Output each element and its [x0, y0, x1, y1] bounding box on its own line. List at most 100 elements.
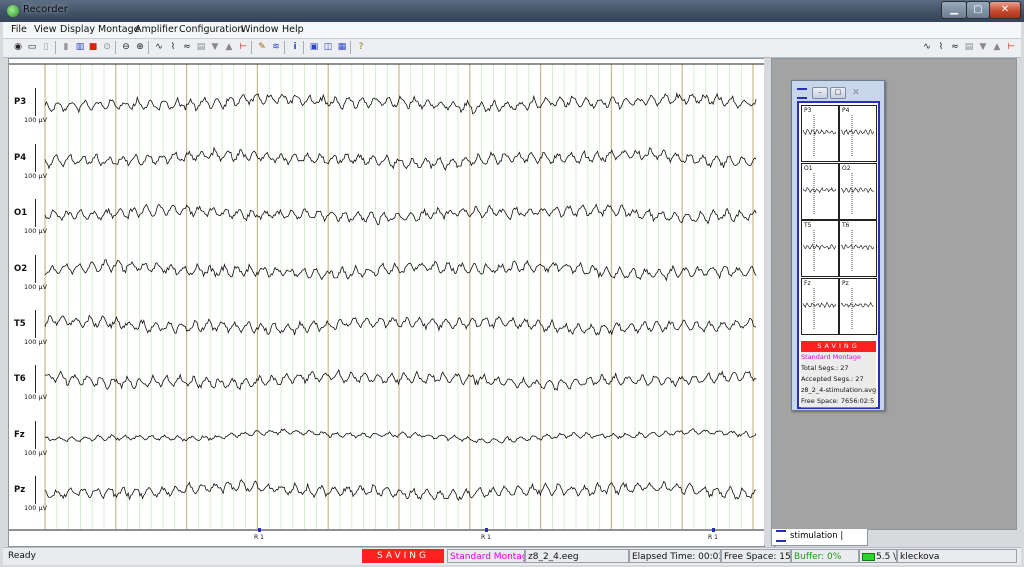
window-full-icon[interactable]: ▦	[336, 41, 348, 53]
triangle-down-icon[interactable]: ▼	[209, 41, 221, 53]
minimize-icon[interactable]: –	[812, 87, 828, 99]
record-icon[interactable]: ■	[87, 41, 99, 53]
title-bar[interactable]: Recorder ▁ ▢ ✕	[0, 0, 1024, 22]
menu-display-montage[interactable]: Display Montage	[60, 24, 140, 35]
channel-scale: 100 µV	[24, 227, 48, 235]
menu-view[interactable]: View	[34, 24, 57, 35]
status-saving: SAVING	[362, 549, 444, 563]
triangle-up-icon[interactable]: ▲	[991, 41, 1003, 53]
triangle-down-icon[interactable]: ▼	[977, 41, 989, 53]
pause-icon[interactable]: ⊙	[101, 41, 113, 53]
app-icon	[7, 5, 19, 17]
menu-icon[interactable]	[797, 88, 807, 99]
thumb-label: P4	[842, 107, 850, 114]
scale-bar	[35, 421, 36, 449]
impedance-icon[interactable]: ▮	[60, 41, 72, 53]
eeg-trace	[44, 478, 757, 501]
marker-flag-icon[interactable]: ⊢	[1005, 41, 1017, 53]
channel-label-fz: Fz	[14, 430, 25, 440]
window-split-icon[interactable]: ◫	[322, 41, 334, 53]
status-battery: 5.5 \	[859, 549, 897, 563]
wave-flat-icon[interactable]: ≈	[949, 41, 961, 53]
minimize-button[interactable]: ▁	[941, 1, 967, 19]
thumb-label: O2	[842, 165, 851, 172]
channel-label-p3: P3	[14, 97, 27, 107]
wave-icon[interactable]: ∿	[921, 41, 933, 53]
channel-scale: 100 µV	[24, 449, 48, 457]
grid-icon[interactable]: ▤	[963, 41, 975, 53]
average-thumb[interactable]: O1	[801, 163, 839, 220]
channel-scale: 100 µV	[24, 504, 48, 512]
average-panel: P3 P4 O1 O2 T5 T6 Fz Pz SAVING Standard …	[797, 101, 880, 409]
average-thumb[interactable]: O2	[839, 163, 877, 220]
status-free-space: Free Space: 1531.	[721, 549, 791, 563]
eeg-trace	[44, 314, 757, 336]
menu-configuration[interactable]: Configuration	[179, 24, 243, 35]
eeg-trace	[44, 428, 757, 444]
menu-amplifier[interactable]: Amplifier	[135, 24, 178, 35]
channel-label-o1: O1	[14, 208, 28, 218]
stimulus-marker-label: R 1	[708, 534, 718, 541]
wave-alt-icon[interactable]: ⌇	[167, 41, 179, 53]
battery-icon	[862, 553, 875, 561]
info-icon[interactable]: i	[289, 41, 301, 53]
impedance-bars-icon[interactable]: ▥	[74, 41, 86, 53]
scale-bar	[35, 199, 36, 227]
eeg-trace	[44, 259, 757, 282]
average-thumb[interactable]: Fz	[801, 278, 839, 335]
eeg-signal-view[interactable]: P3 P4 O1 O2 T5 T6 Fz Pz 100 µV 100 µV 10…	[8, 58, 765, 547]
maximize-icon[interactable]: □	[830, 87, 846, 99]
toolbar-separator	[303, 41, 304, 54]
channel-scale: 100 µV	[24, 172, 48, 180]
channel-scale: 100 µV	[24, 116, 48, 124]
window-layout-icon[interactable]: ▣	[308, 41, 320, 53]
average-thumb[interactable]: Pz	[839, 278, 877, 335]
status-battery-value: 5.5 \	[876, 552, 897, 562]
pane-splitter[interactable]	[764, 58, 770, 545]
zoom-in-icon[interactable]: ⊕	[134, 41, 146, 53]
toolbar-separator	[115, 41, 116, 54]
triangle-up-icon[interactable]: ▲	[223, 41, 235, 53]
average-window-titlebar[interactable]: – □ ⛌	[792, 81, 884, 101]
stimulus-marker	[258, 528, 261, 532]
average-thumb[interactable]: P4	[839, 105, 877, 162]
scale-bar	[35, 255, 36, 283]
wave-icon[interactable]: ∿	[153, 41, 165, 53]
scale-bar	[35, 365, 36, 393]
pencil-icon[interactable]: ✎	[256, 41, 268, 53]
help-icon[interactable]: ?	[355, 41, 367, 53]
channel-scale: 100 µV	[24, 283, 48, 291]
stop-monitor-icon[interactable]: ▯	[40, 41, 52, 53]
status-ready: Ready	[8, 551, 36, 561]
average-thumb[interactable]: P3	[801, 105, 839, 162]
thumb-label: P3	[804, 107, 812, 114]
recorder-window: Recorder ▁ ▢ ✕ File View Display Montage…	[0, 0, 1024, 567]
menu-window[interactable]: Window	[241, 24, 278, 35]
average-thumb[interactable]: T5	[801, 220, 839, 277]
maximize-button[interactable]: ▢	[966, 1, 990, 19]
average-thumb[interactable]: T6	[839, 220, 877, 277]
zoom-out-icon[interactable]: ⊖	[120, 41, 132, 53]
eeg-trace	[44, 146, 757, 171]
toolbar-separator	[148, 41, 149, 54]
scale-bar	[35, 476, 36, 504]
eye-icon[interactable]: ◉	[12, 41, 24, 53]
channel-label-p4: P4	[14, 153, 27, 163]
status-file: z8_2_4.eeg	[525, 549, 629, 563]
thumb-label: Fz	[804, 280, 811, 287]
wave-flat-icon[interactable]: ≈	[181, 41, 193, 53]
close-button[interactable]: ✕	[989, 1, 1021, 19]
menu-help[interactable]: Help	[282, 24, 304, 35]
close-icon[interactable]: ⛌	[848, 87, 864, 99]
monitor-icon[interactable]: ▭	[26, 41, 38, 53]
menu-file[interactable]: File	[11, 24, 27, 35]
marker-flag-icon[interactable]: ⊢	[237, 41, 249, 53]
grid-icon[interactable]: ▤	[195, 41, 207, 53]
channel-scale: 100 µV	[24, 338, 48, 346]
average-saving-indicator: SAVING	[801, 341, 876, 352]
wave-alt-icon[interactable]: ⌇	[935, 41, 947, 53]
average-window[interactable]: – □ ⛌ P3 P4 O1 O2 T5 T6 Fz Pz SAVING Sta…	[791, 80, 885, 411]
stimulus-marker-label: R 1	[254, 534, 264, 541]
tab-stimulation-average[interactable]: stimulation | Average	[771, 529, 868, 556]
filter-icon[interactable]: ≋	[270, 41, 282, 53]
